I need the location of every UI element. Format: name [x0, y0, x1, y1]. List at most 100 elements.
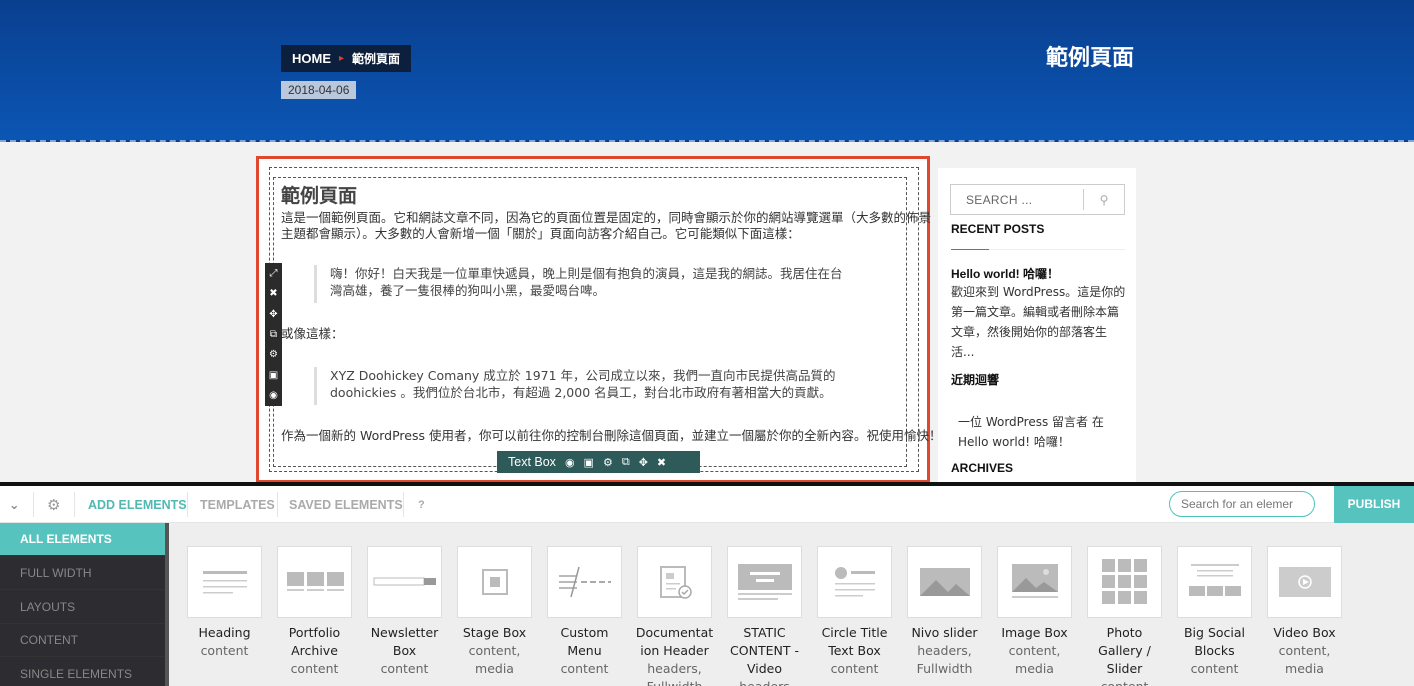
tab-saved-elements[interactable]: SAVED ELEMENTS	[289, 486, 403, 523]
page-header	[0, 0, 1414, 142]
publish-button[interactable]: PUBLISH	[1334, 486, 1414, 523]
search-input[interactable]: SEARCH ...	[951, 193, 1083, 207]
move-icon[interactable]: ✥	[639, 456, 648, 469]
element-category: Fullwidth	[916, 661, 973, 676]
clone-icon[interactable]: ⧉	[622, 456, 630, 469]
element-label: Circle Title Text Box content	[807, 624, 902, 678]
element-category: media	[1015, 661, 1054, 676]
category-content[interactable]: CONTENT	[0, 624, 165, 657]
save-icon[interactable]: ▣	[584, 456, 594, 469]
element-category: headers,	[647, 661, 702, 676]
element-card-photo-gallery-slider[interactable]: PhotoGallery /Slidercontent	[1087, 546, 1162, 686]
element-card-portfolio-archive[interactable]: Portfolio Archive content	[277, 546, 352, 676]
settings-icon[interactable]: ⚙	[603, 456, 613, 469]
element-category: content	[380, 661, 429, 676]
move-icon[interactable]: ✥	[269, 309, 277, 320]
settings-icon[interactable]: ⚙	[269, 349, 278, 360]
category-layouts[interactable]: LAYOUTS	[0, 591, 165, 624]
save-icon[interactable]: ▣	[269, 370, 278, 381]
search-icon[interactable]: ⚲	[1084, 193, 1124, 207]
element-category: content	[560, 661, 609, 676]
comment-item[interactable]: 一位 WordPress 留言者 在 Hello world! 哈囉！	[958, 412, 1104, 452]
close-icon[interactable]: ✖	[657, 456, 666, 469]
nivo-slider-thumbnail-icon	[907, 546, 982, 618]
element-name: Portfolio	[288, 625, 341, 640]
static-content-thumbnail-icon	[727, 546, 802, 618]
photo-gallery-thumbnail-icon	[1087, 546, 1162, 618]
element-category: Fullwidth	[627, 678, 722, 686]
element-card-video-box[interactable]: Video Box content, media	[1267, 546, 1342, 676]
divider	[277, 492, 278, 517]
breadcrumb-home[interactable]: HOME	[292, 51, 331, 66]
image-box-thumbnail-icon	[997, 546, 1072, 618]
element-name: Stage Box	[462, 625, 527, 640]
divider	[989, 249, 1125, 250]
sidebar-search[interactable]: SEARCH ... ⚲	[950, 184, 1125, 215]
heading-thumbnail-icon	[187, 546, 262, 618]
tab-add-elements[interactable]: ADD ELEMENTS	[88, 486, 187, 523]
element-card-stage-box[interactable]: Stage Box content, media	[457, 546, 532, 676]
element-card-nivo-slider[interactable]: Nivo slider headers, Fullwidth	[907, 546, 982, 676]
eye-icon[interactable]: ◉	[565, 456, 575, 469]
recent-post-link[interactable]: Hello world! 哈囉！	[951, 265, 1059, 282]
close-icon[interactable]: ✖	[269, 288, 277, 299]
element-name: Gallery /	[1098, 643, 1151, 658]
element-name: Blocks	[1194, 643, 1235, 658]
element-name: Heading	[198, 625, 251, 640]
element-card-big-social-blocks[interactable]: Big Social Blocks content	[1177, 546, 1252, 676]
quote-line: doohickies 。我們位於台北市，有超過 2,000 名員工，對台北市政府…	[330, 385, 832, 400]
element-category: content	[830, 661, 879, 676]
element-label: Stage Box content, media	[447, 624, 542, 678]
tab-templates[interactable]: TEMPLATES	[200, 486, 275, 523]
newsletter-thumbnail-icon	[367, 546, 442, 618]
element-toolbar: Text Box ◉ ▣ ⚙ ⧉ ✥ ✖	[497, 451, 700, 473]
element-search-input[interactable]: Search for an elemer	[1169, 491, 1315, 517]
element-category: content,	[468, 643, 521, 658]
collapse-icon[interactable]: ⌄	[9, 486, 19, 523]
quote-line: 嗨！你好！白天我是一位單車快遞員，晚上則是個有抱負的演員，這是我的網誌。我居住在…	[330, 266, 843, 281]
element-card-custom-menu[interactable]: Custom Menu content	[547, 546, 622, 676]
element-type-label: Text Box	[508, 455, 556, 469]
element-category: content	[1077, 678, 1172, 686]
gear-icon[interactable]: ⚙	[47, 486, 60, 523]
element-card-newsletter-box[interactable]: Newsletter Box content	[367, 546, 442, 676]
clone-icon[interactable]: ⧉	[270, 329, 277, 340]
resize-icon[interactable]: ⤢	[270, 268, 278, 279]
element-name: Big Social	[1183, 625, 1246, 640]
social-blocks-thumbnail-icon	[1177, 546, 1252, 618]
post-excerpt: 歡迎來到 WordPress。這是你的 第一篇文章。編輯或者刪除本篇 文章，然後…	[951, 282, 1125, 362]
heading-underline	[951, 249, 989, 250]
eye-icon[interactable]: ◉	[269, 390, 278, 401]
paragraph-line: 或像這樣：	[281, 326, 344, 341]
comment-line: Hello world! 哈囉！	[958, 435, 1070, 449]
recent-comments-heading: 近期迴響	[951, 373, 1000, 387]
page-title: 範例頁面	[1046, 45, 1135, 70]
quote-line: XYZ Doohickey Comany 成立於 1971 年，公司成立以來，我…	[330, 368, 836, 383]
element-category: content	[200, 643, 249, 658]
element-name: Menu	[567, 643, 602, 658]
category-all-elements[interactable]: ALL ELEMENTS	[0, 523, 165, 556]
element-name: Archive	[291, 643, 338, 658]
element-card-documentation-header[interactable]: Documentation Headerheaders,Fullwidth	[636, 546, 713, 686]
excerpt-line: 歡迎來到 WordPress。這是你的	[951, 285, 1126, 299]
divider	[403, 492, 404, 517]
paragraph-line: 作為一個新的 WordPress 使用者，你可以前往你的控制台刪除這個頁面，並建…	[281, 428, 942, 443]
element-card-heading[interactable]: Heading content	[187, 546, 262, 658]
element-category: content	[290, 661, 339, 676]
element-card-circle-title-text-box[interactable]: Circle Title Text Box content	[817, 546, 892, 676]
element-card-static-content-video[interactable]: STATICCONTENT -Videoheaders	[727, 546, 802, 686]
category-single-elements[interactable]: SINGLE ELEMENTS	[0, 658, 165, 686]
element-name: Video Box	[1273, 625, 1336, 640]
blockquote: 嗨！你好！白天我是一位單車快遞員，晚上則是個有抱負的演員，這是我的網誌。我居住在…	[314, 265, 843, 303]
element-label: Heading content	[177, 624, 272, 660]
element-name: Image Box	[1001, 625, 1068, 640]
quote-line: 灣高雄，養了一隻很棒的狗叫小黑，最愛喝台啤。	[330, 283, 606, 298]
element-card-image-box[interactable]: Image Box content, media	[997, 546, 1072, 676]
breadcrumb: HOME ▸ 範例頁面	[281, 45, 412, 72]
element-name: Nivo slider	[911, 625, 978, 640]
element-category: content,	[1278, 643, 1331, 658]
category-full-width[interactable]: FULL WIDTH	[0, 557, 165, 590]
help-icon[interactable]: ?	[418, 486, 425, 523]
content-title: 範例頁面	[281, 185, 358, 207]
element-label: Nivo slider headers, Fullwidth	[897, 624, 992, 678]
